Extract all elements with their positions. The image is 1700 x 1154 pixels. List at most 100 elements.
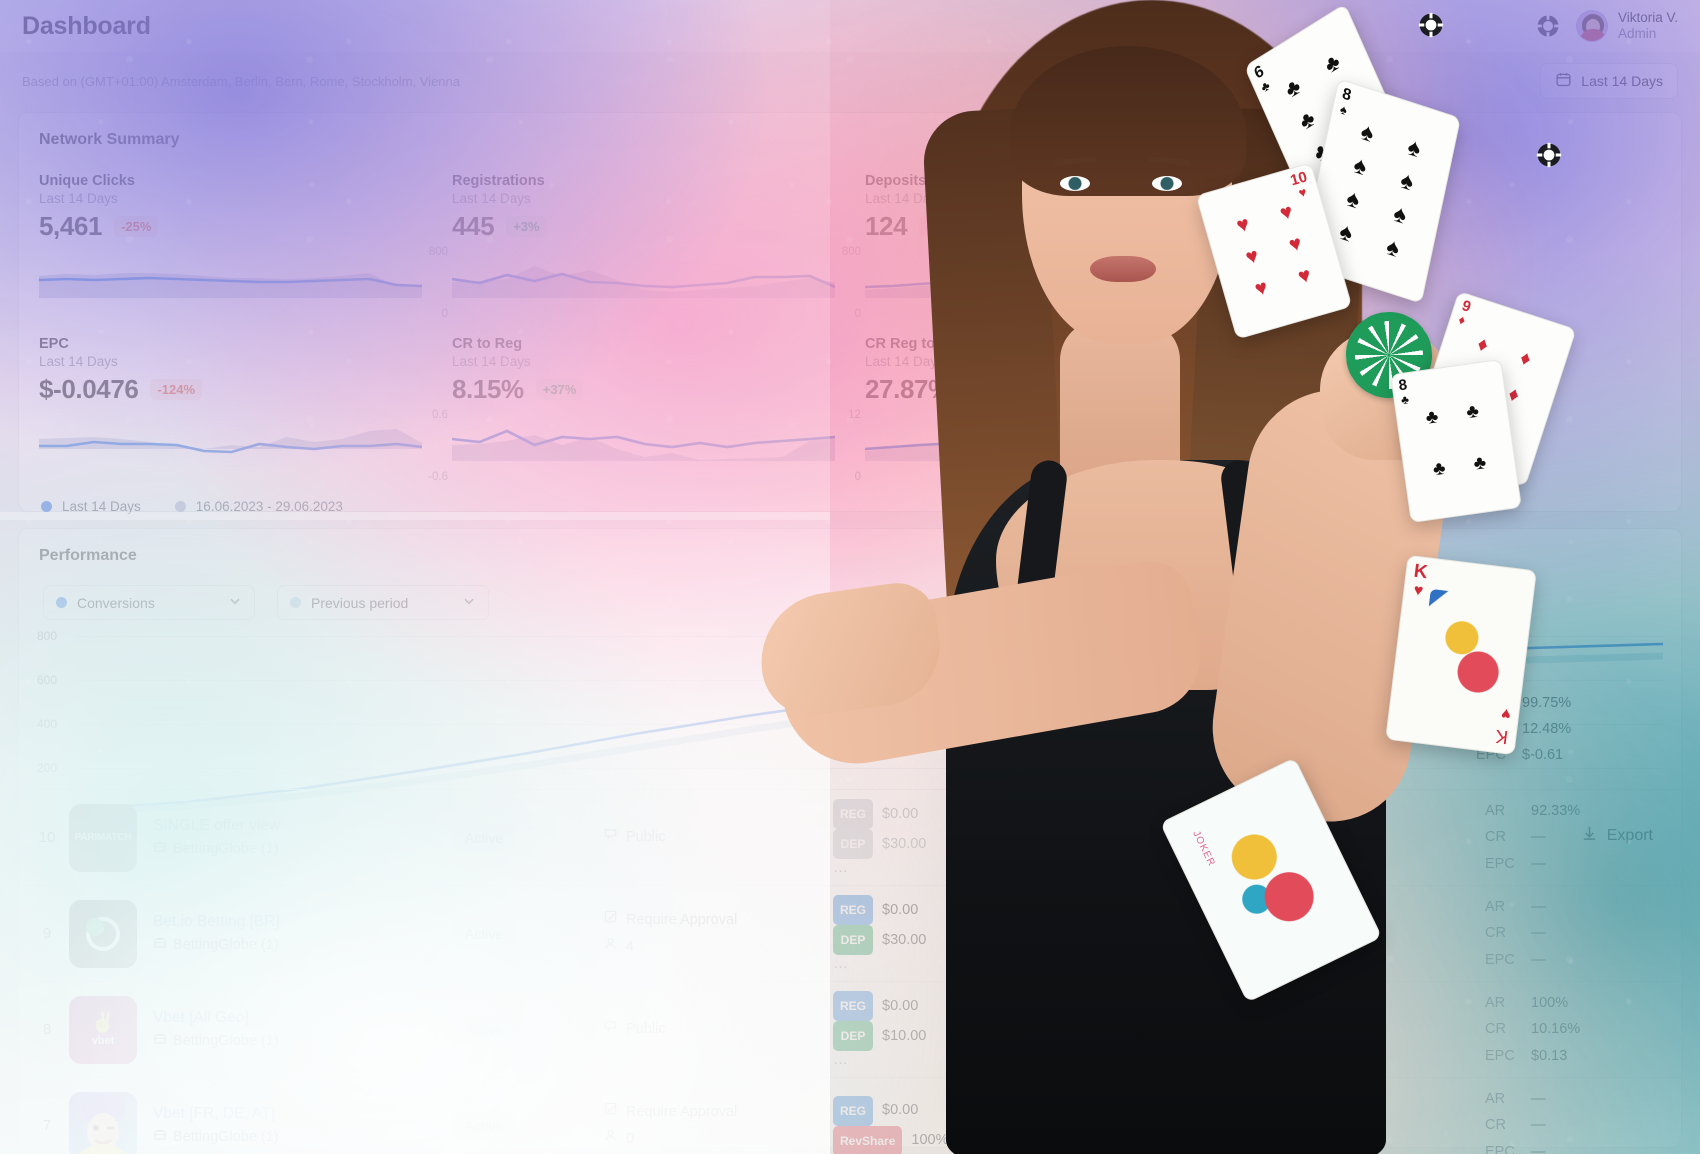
- offer-name[interactable]: Bet.io Betting [BR]: [153, 910, 453, 933]
- poker-chip-icon[interactable]: [1536, 14, 1560, 38]
- offer-info: SINGLE offer view BettingGlobe (1): [153, 814, 453, 860]
- access-label: Public: [626, 1021, 666, 1038]
- axis-min: 0: [441, 308, 448, 320]
- sparkline-cr-reg-to-dep: 12 0: [865, 409, 1274, 483]
- payout-current-cell: REG $0.00 DEP $30.00 …: [833, 895, 968, 972]
- payout-value: $0.00: [882, 997, 919, 1014]
- compare-select-value: Previous period: [311, 594, 409, 611]
- axis-max: 80: [1261, 246, 1274, 258]
- network-summary-title: Network Summary: [39, 131, 180, 148]
- kpi-delta: -63%: [962, 379, 1008, 400]
- kpi-cr-to-reg: CR to Reg Last 14 Days 8.15% +37% 12 0: [452, 320, 861, 483]
- stat-value: $-0.61: [1522, 747, 1564, 764]
- row-stats: AR 92.33% CR — EPC —: [1485, 798, 1663, 876]
- offer-logo: [69, 1091, 137, 1154]
- stat-value: —: [1531, 925, 1546, 942]
- kpi-cr-reg-to-dep: CR Reg to Dep Last 14 Days 27.87% -63% 1…: [865, 320, 1274, 483]
- stat-value: 12.48%: [1522, 721, 1572, 738]
- sparkline-registrations: 800 0: [452, 246, 861, 320]
- compare-select[interactable]: Previous period: [277, 585, 489, 620]
- table-row[interactable]: 7 Vbet [FR, DE, AT] BettingGlobe (1) Act…: [19, 1077, 1681, 1154]
- advertiser-label: BettingGlobe (1): [173, 1032, 279, 1049]
- advertiser: BettingGlobe (1): [153, 1126, 453, 1149]
- payout-value: $30.00: [1017, 835, 1062, 852]
- kpi-period: Last 14 Days: [39, 191, 118, 206]
- user-name: Viktoria V.: [1617, 10, 1678, 26]
- kpi-delta: +3%: [506, 216, 547, 237]
- stat-key: EPC: [1485, 1047, 1515, 1064]
- offer-name[interactable]: SINGLE offer view: [153, 814, 453, 837]
- kpi-empty-2: [1278, 320, 1661, 483]
- table-row[interactable]: 8 ✌ vbet Vbet [All Geo] BettingGlobe (1): [19, 981, 1681, 1077]
- payout-value: $0.00: [1017, 997, 1054, 1014]
- payout-type-badge: REG: [968, 895, 1009, 925]
- payout-current-cell: REG $0.00 DEP $10.00 …: [833, 991, 968, 1068]
- offer-name[interactable]: Vbet [All Geo]: [153, 1006, 453, 1029]
- more-icon[interactable]: …: [833, 1051, 968, 1068]
- stat-value: —: [1531, 951, 1546, 968]
- performance-title: Performance: [39, 547, 137, 564]
- user-info: Viktoria V. Admin: [1618, 10, 1678, 41]
- stat-key: CR: [1485, 829, 1506, 846]
- hidden-row-stats: AR 99.75% CR 12.48% EPC $-0.61: [1476, 690, 1654, 768]
- kpi-epc: EPC Last 14 Days $-0.0476 -124% 0.6 -0.6: [39, 320, 448, 483]
- advertiser-label: BettingGlobe (1): [173, 1128, 279, 1145]
- stat-value: —: [1531, 829, 1546, 846]
- kpi-name: Registrations: [452, 173, 545, 189]
- offer-info: Bet.io Betting [BR] BettingGlobe (1): [153, 910, 453, 956]
- payout-type-badge: REG: [833, 991, 874, 1021]
- access-label: Public: [626, 829, 666, 846]
- row-rank: 7: [42, 1117, 52, 1134]
- payout-type-badge: REG: [968, 991, 1009, 1021]
- stat-key: EPC: [1485, 1143, 1515, 1154]
- more-icon[interactable]: …: [968, 859, 1103, 876]
- table-row[interactable]: 9 Bet.io Betting [BR] BettingGlobe (1) A…: [19, 885, 1681, 981]
- kpi-name: CR to Reg: [452, 336, 523, 352]
- date-range-button[interactable]: Last 14 Days: [1540, 63, 1678, 99]
- more-icon[interactable]: …: [833, 955, 968, 972]
- table-row[interactable]: 10 PARIMATCH SINGLE offer view BettingGl…: [19, 789, 1681, 885]
- payout-type-badge: DEP: [833, 829, 873, 859]
- payout-value: $0.00: [882, 901, 919, 918]
- payout-value: $5.00: [1017, 1027, 1054, 1044]
- offer-name[interactable]: Vbet [FR, DE, AT]: [153, 1102, 453, 1125]
- access-label: Require Approval: [626, 1103, 738, 1120]
- stat-value: 100%: [1531, 995, 1569, 1012]
- stat-value: —: [1531, 855, 1546, 872]
- more-icon[interactable]: …: [833, 859, 968, 876]
- kpi-period: Last 14 Days: [865, 354, 944, 369]
- user-menu[interactable]: Viktoria V. Admin: [1575, 10, 1678, 42]
- metric-select-value: Conversions: [77, 594, 155, 611]
- performance-table: 10 PARIMATCH SINGLE offer view BettingGl…: [19, 789, 1681, 1154]
- stat-key: AR: [1485, 803, 1506, 820]
- payout-previous-cell: REG $0.00 DEP $30.00 …: [968, 895, 1103, 972]
- public-icon: [603, 824, 618, 851]
- approval-icon: [603, 907, 618, 934]
- payout-value: $0.00: [1017, 805, 1054, 822]
- public-icon: [603, 1016, 618, 1043]
- date-range-label: Last 14 Days: [1581, 73, 1663, 89]
- payout-type-badge: DEP: [833, 925, 873, 955]
- access-cell: Require Approval 4: [603, 907, 833, 961]
- kpi-value: $-0.0476: [39, 374, 139, 404]
- calendar-icon: [1555, 71, 1572, 91]
- metric-select[interactable]: Conversions: [43, 585, 255, 620]
- more-icon[interactable]: …: [968, 1051, 1103, 1068]
- briefcase-icon: [153, 934, 167, 957]
- kpi-period: Last 14 Days: [452, 191, 531, 206]
- payout-value: $30.00: [882, 835, 927, 852]
- payout-type-badge: DEP: [968, 1021, 1008, 1051]
- payout-type-badge: REG: [968, 1095, 1009, 1126]
- access-count: 4: [626, 938, 635, 955]
- briefcase-icon: [153, 1030, 167, 1053]
- payout-value: $30.00: [882, 931, 927, 948]
- network-summary-card: Network Summary Unique Clicks Last 14 Da…: [18, 112, 1682, 514]
- status-badge: Active: [453, 824, 516, 851]
- legend-label: 16.06.2023 - 29.06.2023: [195, 499, 343, 514]
- legend-item-previous: 16.06.2023 - 29.06.2023: [174, 499, 343, 514]
- summary-legend: Last 14 Days 16.06.2023 - 29.06.2023: [19, 483, 1681, 514]
- status-cell: Active: [453, 1016, 603, 1043]
- advertiser-label: BettingGlobe (1): [173, 840, 279, 857]
- kpi-value: 445: [452, 211, 495, 241]
- more-icon[interactable]: …: [968, 955, 1103, 972]
